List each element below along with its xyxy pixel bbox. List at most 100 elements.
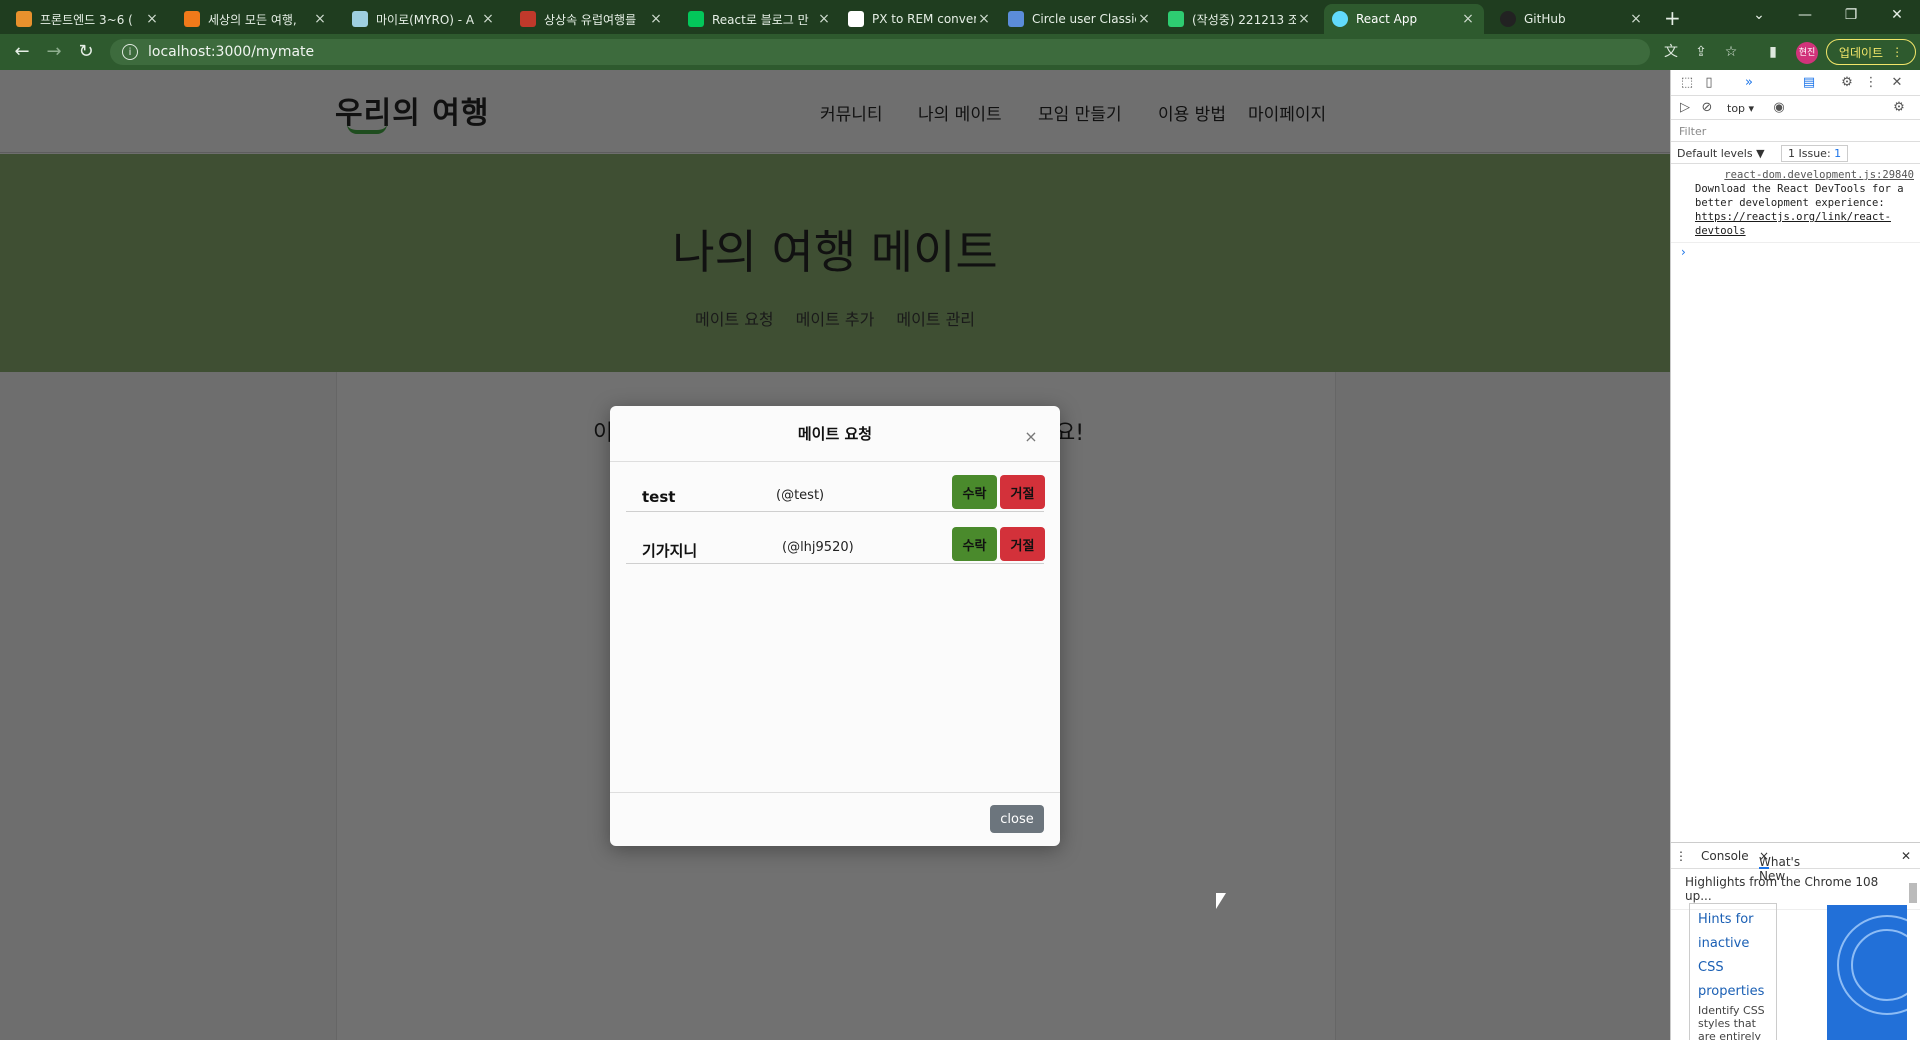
accept-button[interactable]: 수락 [952,527,997,561]
more-tabs-icon[interactable]: » [1741,75,1757,91]
tab-9-active[interactable]: React App × [1324,4,1484,34]
tab-close-icon[interactable]: × [312,11,328,27]
clear-console-icon[interactable]: ⊘ [1699,100,1715,116]
tab-close-icon[interactable]: × [1136,11,1152,27]
reject-button[interactable]: 거절 [1000,527,1045,561]
tab-10[interactable]: GitHub × [1492,4,1652,34]
new-tab-icon[interactable]: + [1664,6,1681,30]
request-name: 기가지니 [642,542,698,560]
nav-my-page[interactable]: 마이페이지 [1248,100,1326,125]
console-prompt[interactable]: › [1671,243,1920,261]
page-title: 나의 여행 메이트 [672,225,998,279]
back-arrow-icon[interactable]: ← [10,40,34,64]
inspect-element-icon[interactable]: ⬚ [1679,75,1695,91]
tab-4[interactable]: 상상속 유럽여행를 × [512,4,672,34]
tab-close-icon[interactable]: × [976,11,992,27]
update-button[interactable]: 업데이트 ⋮ [1826,39,1916,65]
nav-create-meeting[interactable]: 모임 만들기 [1038,100,1122,125]
close-button[interactable]: close [990,805,1044,833]
forward-arrow-icon[interactable]: → [42,40,66,64]
feature-card[interactable]: Hints for inactive CSS properties Identi… [1689,903,1777,1040]
subnav-manage-mate[interactable]: 메이트 관리 [896,306,975,330]
tab-favicon-icon [352,11,368,27]
issues-chat-icon[interactable]: ▤ [1801,75,1817,91]
tab-6[interactable]: PX to REM conver × [840,4,1000,34]
tab-close-icon[interactable]: × [144,11,160,27]
tab-3[interactable]: 마이로(MYRO) - A × [344,4,504,34]
subnav-mate-requests[interactable]: 메이트 요청 [695,306,774,330]
devtools-close-icon[interactable]: ✕ [1889,75,1905,91]
settings-gear-icon[interactable]: ⚙ [1839,75,1855,91]
filter-placeholder: Filter [1679,125,1707,138]
request-handle: (@test) [776,488,825,503]
translate-icon[interactable]: 文 [1662,43,1680,61]
devtools-drawer: ⋮ Console What's New × ✕ Highlights from… [1671,842,1920,1040]
log-message: Download the React DevTools for a better… [1695,183,1904,209]
feature-card-heading: Hints for inactive CSS properties [1698,912,1765,999]
tab-close-icon[interactable]: × [816,11,832,27]
nav-my-mate[interactable]: 나의 메이트 [918,100,1002,125]
browser-tab-bar: 프론트엔드 3~6 ( × 세상의 모든 여행, × 마이로(MYRO) - A… [0,0,1920,34]
issues-counter[interactable]: 1 Issue: 1 [1781,145,1849,162]
tab-close-icon[interactable]: × [480,11,496,27]
issues-label: 1 Issue: [1788,147,1831,160]
site-info-icon[interactable]: i [122,44,138,60]
address-bar-row: ← → ↻ i localhost:3000/mymate 文 ⇪ ☆ ▮ 현진… [0,34,1920,70]
tab-close-icon[interactable]: × [1628,11,1644,27]
tab-8[interactable]: (작성중) 221213 조 × [1160,4,1320,34]
tab-5[interactable]: React로 블로그 만 × [680,4,840,34]
tab-search-icon[interactable]: ⌄ [1736,0,1782,30]
tab-7[interactable]: Circle user Classic × [1000,4,1160,34]
share-icon[interactable]: ⇪ [1692,43,1710,61]
drawer-scrollbar[interactable] [1909,883,1917,903]
request-name: test [642,488,676,506]
window-close-icon[interactable]: ✕ [1874,0,1920,30]
console-toolbar: ▷ ⊘ top ▾ ◉ ⚙ [1671,96,1920,120]
tab-whats-new[interactable]: What's New × [1759,849,1800,883]
console-settings-icon[interactable]: ⚙ [1891,100,1907,116]
accept-button[interactable]: 수락 [952,475,997,509]
tab-title: (작성중) 221213 조 [1192,12,1296,27]
context-select[interactable]: top ▾ [1727,102,1754,115]
devtools-link[interactable]: https://reactjs.org/link/react-devtools [1695,211,1891,237]
tab-close-icon[interactable]: × [648,11,664,27]
nav-community[interactable]: 커뮤니티 [820,100,883,125]
tab-1[interactable]: 프론트엔드 3~6 ( × [8,4,168,34]
tab-title: 상상속 유럽여행를 [544,12,637,27]
minimize-icon[interactable]: — [1782,0,1828,30]
tab-close-icon[interactable]: × [1296,11,1312,27]
close-icon[interactable]: × [1024,429,1038,445]
tab-favicon-icon [520,11,536,27]
tab-title: Circle user Classic [1032,12,1136,26]
feature-illustration [1827,905,1907,1040]
sidebar-toggle-icon[interactable]: ▷ [1677,100,1693,116]
default-levels-select[interactable]: Default levels ▼ [1677,147,1765,160]
reload-icon[interactable]: ↻ [74,40,98,64]
bookmark-star-icon[interactable]: ☆ [1722,43,1740,61]
tab-title: 세상의 모든 여행, [208,12,297,27]
mouse-cursor-icon [1216,893,1226,909]
drawer-close-icon[interactable]: ✕ [1901,849,1911,863]
site-logo[interactable]: 우리의 여행 [335,88,489,134]
kebab-menu-icon[interactable]: ⋮ [1863,75,1879,91]
tab-close-icon[interactable]: × [1460,11,1476,27]
drawer-tabs: ⋮ Console What's New × ✕ [1671,843,1920,883]
log-source-link[interactable]: react-dom.development.js:29840 [1695,168,1914,182]
nav-how-to-use[interactable]: 이용 방법 [1158,100,1226,125]
live-expression-eye-icon[interactable]: ◉ [1771,100,1787,116]
restore-icon[interactable]: ❐ [1828,0,1874,30]
device-toggle-icon[interactable]: ▯ [1701,75,1717,91]
drawer-menu-icon[interactable]: ⋮ [1675,849,1687,863]
request-handle: (@lhj9520) [782,540,854,555]
more-vert-icon: ⋮ [1891,45,1904,59]
tab-2[interactable]: 세상의 모든 여행, × [176,4,336,34]
console-filter-input[interactable]: Filter [1671,120,1920,142]
url-input[interactable]: i localhost:3000/mymate [110,39,1650,65]
url-text: localhost:3000/mymate [148,44,315,60]
side-panel-icon[interactable]: ▮ [1764,43,1782,61]
profile-avatar[interactable]: 현진 [1796,42,1818,64]
reject-button[interactable]: 거절 [1000,475,1045,509]
tab-console[interactable]: Console [1701,849,1749,863]
subnav-add-mate[interactable]: 메이트 추가 [796,306,875,330]
hero-banner: 나의 여행 메이트 메이트 요청 메이트 추가 메이트 관리 [0,154,1670,372]
